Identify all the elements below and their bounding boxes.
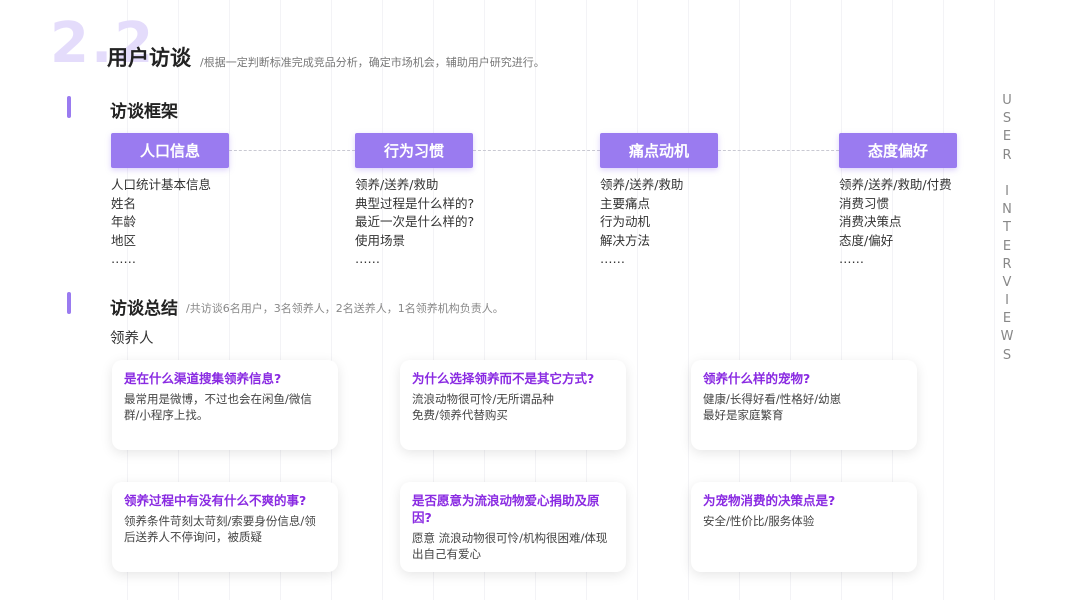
list-item: 主要痛点 bbox=[600, 195, 651, 211]
list-item: 领养/送养/救助 bbox=[355, 177, 439, 192]
framework-title: 访谈框架 bbox=[110, 102, 178, 122]
group-label: 领养人 bbox=[110, 331, 154, 347]
list-item: 年龄 bbox=[111, 214, 137, 229]
list-item: 最近一次是什么样的? bbox=[355, 214, 475, 229]
section-marker bbox=[67, 96, 71, 118]
framework-pill-attitude: 态度偏好 bbox=[839, 133, 957, 168]
card-question: 领养过程中有没有什么不爽的事? bbox=[124, 493, 307, 508]
card-question: 是在什么渠道搜集领养信息? bbox=[124, 371, 282, 386]
side-letter: R bbox=[1002, 256, 1012, 272]
interview-card: 领养过程中有没有什么不爽的事? 领养条件苛刻太苛刻/索要身份信息/领后送养人不停… bbox=[112, 482, 338, 572]
interview-card: 为什么选择领养而不是其它方式? 流浪动物很可怜/无所谓品种 免费/领养代替购买 bbox=[400, 360, 626, 450]
card-answer: 领养条件苛刻太苛刻/索要身份信息/领后送养人不停询问，被质疑 bbox=[124, 514, 316, 544]
framework-pill-painpoints: 痛点动机 bbox=[600, 133, 718, 168]
list-item: …… bbox=[600, 251, 625, 266]
side-letter: I bbox=[1005, 293, 1009, 309]
framework-pill-behavior: 行为习惯 bbox=[355, 133, 473, 168]
side-letter bbox=[1000, 165, 1014, 183]
side-letter: V bbox=[1002, 274, 1012, 290]
list-item: 态度/偏好 bbox=[839, 232, 894, 248]
framework-list-behavior: 领养/送养/救助 典型过程是什么样的? 最近一次是什么样的? 使用场景 …… bbox=[355, 176, 474, 269]
list-item: 使用场景 bbox=[355, 232, 406, 248]
side-letter: U bbox=[1002, 93, 1012, 108]
summary-title: 访谈总结 bbox=[110, 299, 178, 319]
interview-card: 是否愿意为流浪动物爱心捐助及原因? 愿意 流浪动物很可怜/机构很困难/体现出自己… bbox=[400, 482, 626, 572]
side-letter: E bbox=[1002, 311, 1012, 327]
framework-pill-demographics: 人口信息 bbox=[111, 133, 229, 168]
interview-card: 为宠物消费的决策点是? 安全/性价比/服务体验 bbox=[691, 482, 917, 572]
list-item: 地区 bbox=[111, 232, 137, 248]
side-letter: E bbox=[1002, 129, 1012, 145]
card-question: 为什么选择领养而不是其它方式? bbox=[412, 371, 595, 386]
side-letter: E bbox=[1002, 238, 1012, 254]
card-answer: 健康/长得好看/性格好/幼崽 最好是家庭繁育 bbox=[703, 392, 842, 422]
summary-note: /共访谈6名用户，3名领养人，2名送养人，1名领养机构负责人。 bbox=[186, 302, 504, 315]
side-letter: R bbox=[1002, 147, 1012, 163]
page-subtitle: /根据一定判断标准完成竞品分析，确定市场机会，辅助用户研究进行。 bbox=[200, 56, 545, 69]
list-item: 行为动机 bbox=[600, 214, 651, 229]
list-item: 消费决策点 bbox=[839, 214, 902, 229]
page-title: 用户访谈 bbox=[107, 46, 191, 70]
list-item: 典型过程是什么样的? bbox=[355, 195, 475, 211]
connector-line bbox=[473, 150, 600, 151]
interview-card: 是在什么渠道搜集领养信息? 最常用是微博，不过也会在闲鱼/微信群/小程序上找。 bbox=[112, 360, 338, 450]
card-answer: 最常用是微博，不过也会在闲鱼/微信群/小程序上找。 bbox=[124, 392, 312, 422]
list-item: 领养/送养/救助 bbox=[600, 177, 684, 192]
card-question: 是否愿意为流浪动物爱心捐助及原因? bbox=[412, 493, 600, 525]
side-letter: T bbox=[1003, 220, 1011, 236]
framework-list-painpoints: 领养/送养/救助 主要痛点 行为动机 解决方法 …… bbox=[600, 176, 683, 269]
card-question: 领养什么样的宠物? bbox=[703, 371, 811, 386]
list-item: 解决方法 bbox=[600, 232, 651, 248]
connector-line bbox=[718, 150, 839, 151]
list-item: 姓名 bbox=[111, 195, 137, 211]
list-item: 人口统计基本信息 bbox=[111, 177, 212, 192]
framework-list-attitude: 领养/送养/救助/付费 消费习惯 消费决策点 态度/偏好 …… bbox=[839, 176, 952, 269]
list-item: …… bbox=[839, 251, 864, 266]
card-question: 为宠物消费的决策点是? bbox=[703, 493, 836, 508]
side-letter: I bbox=[1005, 183, 1009, 199]
card-answer: 流浪动物很可怜/无所谓品种 免费/领养代替购买 bbox=[412, 392, 554, 422]
list-item: 消费习惯 bbox=[839, 195, 890, 211]
side-letter: S bbox=[1002, 347, 1012, 363]
side-letter: W bbox=[1000, 329, 1014, 345]
side-letter: S bbox=[1002, 111, 1012, 127]
list-item: …… bbox=[111, 251, 136, 266]
card-answer: 安全/性价比/服务体验 bbox=[703, 514, 815, 528]
connector-line bbox=[229, 150, 355, 151]
interview-card: 领养什么样的宠物? 健康/长得好看/性格好/幼崽 最好是家庭繁育 bbox=[691, 360, 917, 450]
side-letter: N bbox=[1002, 202, 1012, 218]
card-answer: 愿意 流浪动物很可怜/机构很困难/体现出自己有爱心 bbox=[412, 531, 608, 561]
side-vertical-text: U S E R I N T E R V I E W S bbox=[1000, 92, 1014, 365]
list-item: …… bbox=[355, 251, 380, 266]
list-item: 领养/送养/救助/付费 bbox=[839, 177, 952, 192]
section-marker bbox=[67, 292, 71, 314]
framework-list-demographics: 人口统计基本信息 姓名 年龄 地区 …… bbox=[111, 176, 211, 269]
